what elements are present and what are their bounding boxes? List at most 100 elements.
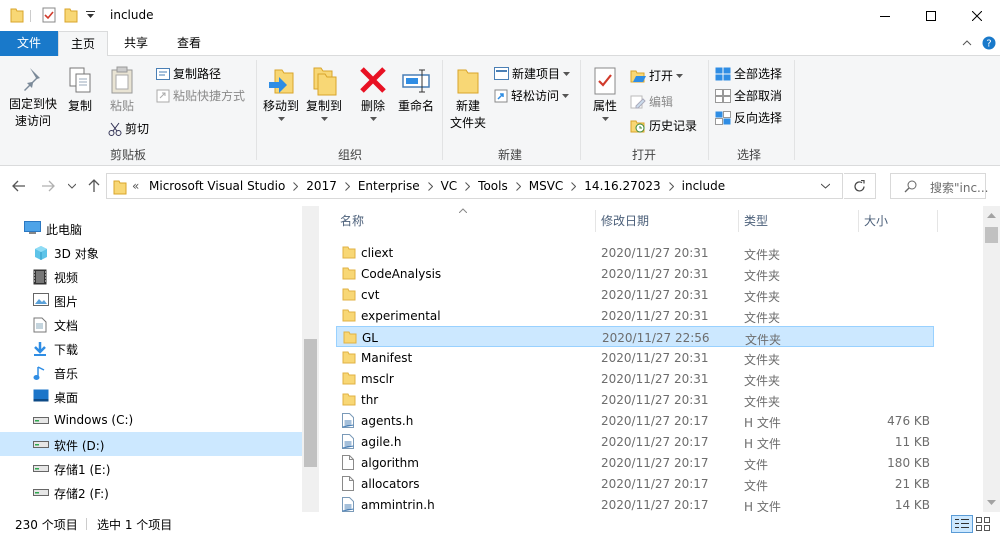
breadcrumb-item[interactable]: Tools: [478, 179, 508, 193]
column-divider[interactable]: [858, 210, 859, 232]
file-list-scrollbar[interactable]: [983, 206, 1000, 512]
breadcrumb-item[interactable]: 14.16.27023: [584, 179, 660, 193]
new-item-button[interactable]: 新建项目: [494, 65, 571, 82]
address-dropdown-icon[interactable]: [821, 183, 830, 189]
breadcrumb-overflow[interactable]: «: [132, 179, 139, 193]
table-row[interactable]: CodeAnalysis 2020/11/27 20:31 文件夹: [336, 263, 934, 284]
column-divider[interactable]: [595, 210, 596, 232]
up-arrow-icon[interactable]: [88, 179, 100, 193]
breadcrumb-chevron-icon[interactable]: [293, 182, 299, 191]
table-row[interactable]: agile.h 2020/11/27 20:17 H 文件 11 KB: [336, 431, 934, 452]
properties-quick-icon[interactable]: [42, 7, 56, 23]
file-list-scrollbar-thumb[interactable]: [985, 227, 998, 243]
help-icon[interactable]: ?: [982, 36, 996, 50]
customize-toolbar-icon[interactable]: [86, 11, 95, 20]
minimize-button[interactable]: [862, 0, 908, 31]
close-button[interactable]: [954, 0, 1000, 31]
file-name: Manifest: [361, 351, 413, 365]
table-row[interactable]: ammintrin.h 2020/11/27 20:17 H 文件 14 KB: [336, 494, 934, 512]
table-row[interactable]: experimental 2020/11/27 20:31 文件夹: [336, 305, 934, 326]
paste-button[interactable]: 粘贴: [104, 66, 140, 115]
rename-button[interactable]: 重命名: [394, 66, 438, 115]
nav-item[interactable]: Windows (C:): [0, 408, 302, 432]
back-arrow-icon[interactable]: [12, 180, 26, 192]
table-row[interactable]: Manifest 2020/11/27 20:31 文件夹: [336, 347, 934, 368]
copy-button[interactable]: 复制: [64, 66, 96, 115]
breadcrumb-chevron-icon[interactable]: [571, 182, 577, 191]
select-all-button[interactable]: 全部选择: [715, 65, 782, 82]
easy-access-button[interactable]: 轻松访问: [494, 87, 570, 104]
tab-home[interactable]: 主页: [58, 31, 108, 57]
refresh-button[interactable]: [844, 173, 876, 199]
pin-quick-access-button[interactable]: 固定到快 速访问: [6, 66, 60, 130]
column-header-name[interactable]: 名称: [340, 206, 364, 236]
column-divider[interactable]: [738, 210, 739, 232]
table-row[interactable]: algorithm 2020/11/27 20:17 文件 180 KB: [336, 452, 934, 473]
group-separator: [442, 60, 443, 160]
tab-share[interactable]: 共享: [110, 31, 162, 56]
paste-shortcut-button[interactable]: 粘贴快捷方式: [156, 87, 245, 104]
table-row[interactable]: cvt 2020/11/27 20:31 文件夹: [336, 284, 934, 305]
breadcrumb-chevron-icon[interactable]: [668, 182, 674, 191]
breadcrumb-chevron-icon[interactable]: [465, 182, 471, 191]
table-row[interactable]: msclr 2020/11/27 20:31 文件夹: [336, 368, 934, 389]
nav-item[interactable]: 视频: [0, 264, 302, 288]
new-folder-button[interactable]: 新建 文件夹: [446, 66, 490, 132]
history-button[interactable]: 历史记录: [630, 117, 697, 134]
table-row[interactable]: cliext 2020/11/27 20:31 文件夹: [336, 242, 934, 263]
breadcrumb-chevron-icon[interactable]: [427, 182, 433, 191]
scroll-up-icon[interactable]: [987, 212, 996, 218]
forward-arrow-icon[interactable]: [41, 180, 55, 192]
copy-to-button[interactable]: 复制到: [303, 66, 345, 121]
open-button[interactable]: 打开: [630, 67, 684, 84]
breadcrumb-item[interactable]: MSVC: [529, 179, 564, 193]
delete-button[interactable]: 删除: [356, 66, 390, 121]
large-icons-view-button[interactable]: [976, 517, 990, 531]
copy-path-button[interactable]: 复制路径: [156, 65, 221, 82]
breadcrumb-chevron-icon[interactable]: [515, 182, 521, 191]
column-header-date[interactable]: 修改日期: [601, 206, 649, 236]
nav-item[interactable]: 图片: [0, 288, 302, 312]
table-row[interactable]: GL 2020/11/27 22:56 文件夹: [336, 326, 934, 347]
nav-scrollbar-thumb[interactable]: [304, 339, 317, 467]
breadcrumb-item[interactable]: include: [682, 179, 725, 193]
file-size: 180 KB: [887, 456, 930, 470]
nav-item[interactable]: 软件 (D:): [0, 432, 302, 456]
column-header-type[interactable]: 类型: [744, 206, 768, 236]
nav-item[interactable]: 存储2 (F:): [0, 480, 302, 504]
table-row[interactable]: agents.h 2020/11/27 20:17 H 文件 476 KB: [336, 410, 934, 431]
breadcrumb-chevron-icon[interactable]: [344, 182, 350, 191]
address-bar[interactable]: « Microsoft Visual Studio 2017 Enterprise V…: [106, 173, 843, 199]
collapse-ribbon-icon[interactable]: [962, 39, 972, 47]
nav-item[interactable]: 存储1 (E:): [0, 456, 302, 480]
column-header-size[interactable]: 大小: [864, 206, 888, 236]
breadcrumb-item[interactable]: Microsoft Visual Studio: [149, 179, 285, 193]
breadcrumb-item[interactable]: 2017: [306, 179, 337, 193]
nav-item[interactable]: 文档: [0, 312, 302, 336]
breadcrumb-item[interactable]: VC: [441, 179, 458, 193]
details-view-button[interactable]: [951, 515, 973, 533]
breadcrumb-item[interactable]: Enterprise: [358, 179, 420, 193]
tab-view[interactable]: 查看: [164, 31, 214, 56]
table-row[interactable]: allocators 2020/11/27 20:17 文件 21 KB: [336, 473, 934, 494]
cut-button[interactable]: 剪切: [108, 120, 149, 137]
maximize-button[interactable]: [908, 0, 954, 31]
tab-file[interactable]: 文件: [0, 31, 58, 56]
edit-button[interactable]: 编辑: [630, 93, 673, 110]
column-divider[interactable]: [937, 210, 938, 232]
scroll-down-icon[interactable]: [987, 500, 996, 506]
select-none-button[interactable]: 全部取消: [715, 87, 782, 104]
properties-button[interactable]: 属性: [586, 66, 624, 121]
move-to-button[interactable]: 移动到: [260, 66, 302, 121]
invert-selection-button[interactable]: 反向选择: [715, 109, 782, 126]
search-box[interactable]: 搜索"inc...: [890, 173, 989, 199]
table-row[interactable]: thr 2020/11/27 20:31 文件夹: [336, 389, 934, 410]
group-label-select: 选择: [736, 148, 761, 162]
nav-item-this-pc[interactable]: 此电脑: [0, 216, 302, 240]
nav-item[interactable]: 音乐: [0, 360, 302, 384]
nav-item[interactable]: 3D 对象: [0, 240, 302, 264]
nav-item[interactable]: 下载: [0, 336, 302, 360]
recent-locations-icon[interactable]: [68, 183, 76, 189]
nav-item[interactable]: 桌面: [0, 384, 302, 408]
new-folder-quick-icon[interactable]: [64, 7, 78, 23]
